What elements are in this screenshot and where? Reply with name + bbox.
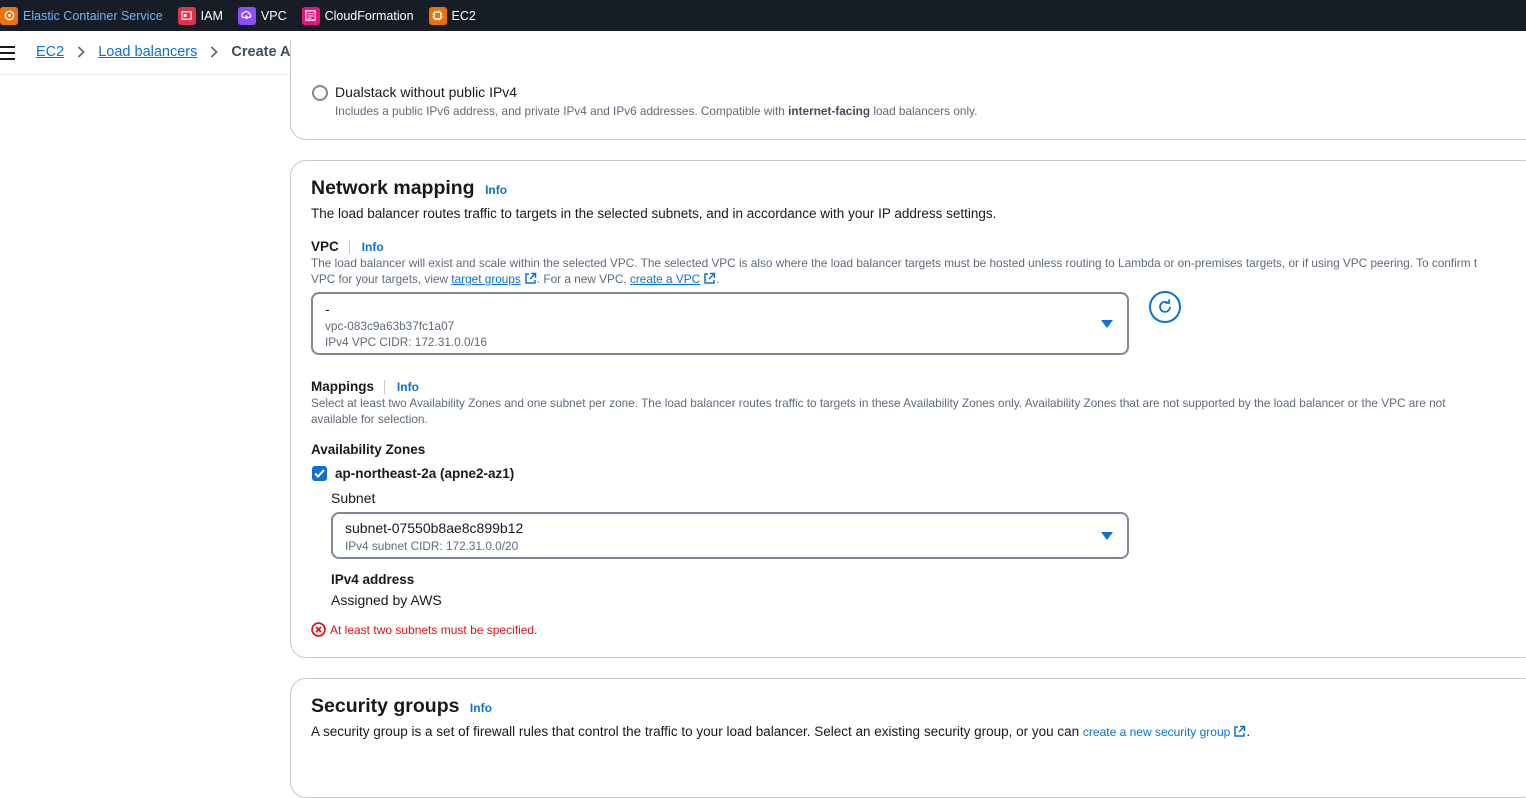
security-groups-title: Security groups	[311, 695, 460, 717]
ipv4-address-value: Assigned by AWS	[331, 592, 442, 608]
section-heading: Security groups Info	[311, 695, 492, 718]
create-vpc-link[interactable]: create a VPC	[630, 272, 700, 286]
favorite-ec2[interactable]: EC2	[428, 0, 476, 31]
service-favorites-bar: Elastic Container Service IAM VPC CloudF…	[0, 0, 1526, 31]
mappings-description-line2: available for selection.	[311, 412, 428, 426]
chevron-down-icon	[1101, 320, 1113, 328]
subnet-error-message: At least two subnets must be specified.	[311, 622, 537, 637]
az-checkbox[interactable]	[312, 466, 327, 481]
external-link-icon	[525, 272, 537, 284]
network-mapping-panel: Network mapping Info The load balancer r…	[290, 160, 1526, 658]
vpc-icon	[237, 6, 256, 25]
favorite-cloudformation[interactable]: CloudFormation	[301, 0, 414, 31]
availability-zones-label: Availability Zones	[311, 442, 426, 457]
network-mapping-description: The load balancer routes traffic to targ…	[311, 206, 997, 221]
breadcrumb-link-ec2[interactable]: EC2	[36, 44, 64, 60]
vpc-label-row: VPC Info	[311, 238, 384, 256]
refresh-vpc-button[interactable]	[1149, 291, 1181, 323]
vpc-description-line1: The load balancer will exist and scale w…	[311, 256, 1478, 270]
ipv4-address-label: IPv4 address	[331, 572, 415, 587]
vpc-description-line2: VPC for your targets, view target groups…	[311, 272, 720, 286]
favorite-ecs[interactable]: Elastic Container Service	[0, 0, 163, 31]
error-icon	[311, 622, 326, 637]
breadcrumb-link-load-balancers[interactable]: Load balancers	[98, 44, 197, 60]
security-groups-description: A security group is a set of firewall ru…	[311, 724, 1251, 739]
subnet-select[interactable]: subnet-07550b8ae8c899b12 IPv4 subnet CID…	[331, 512, 1129, 559]
favorite-vpc[interactable]: VPC	[237, 0, 287, 31]
radio-dualstack-without-public-ipv4[interactable]	[312, 85, 328, 101]
target-groups-link[interactable]: target groups	[451, 272, 521, 286]
vpc-info-link[interactable]: Info	[362, 240, 384, 254]
chevron-right-icon	[77, 46, 85, 58]
ip-address-type-panel: Dualstack without public IPv4 Includes a…	[290, 40, 1526, 140]
mappings-description-line1: Select at least two Availability Zones a…	[311, 396, 1446, 410]
menu-icon[interactable]	[0, 46, 16, 60]
vpc-label: VPC	[311, 239, 339, 254]
chevron-down-icon	[1101, 532, 1113, 540]
radio-description: Includes a public IPv6 address, and priv…	[335, 104, 978, 118]
mappings-label-row: Mappings Info	[311, 378, 419, 396]
mappings-info-link[interactable]: Info	[397, 380, 419, 394]
favorite-label: CloudFormation	[324, 8, 414, 23]
info-link[interactable]: Info	[470, 701, 492, 715]
az-item-label: ap-northeast-2a (apne2-az1)	[335, 466, 515, 481]
radio-label: Dualstack without public IPv4	[335, 84, 518, 100]
external-link-icon	[704, 272, 716, 284]
vpc-select-name: -	[325, 301, 330, 317]
ecs-icon	[0, 6, 18, 25]
favorite-label: EC2	[451, 8, 476, 23]
favorite-label: Elastic Container Service	[23, 8, 163, 23]
subnet-label: Subnet	[331, 490, 376, 506]
refresh-icon	[1159, 299, 1171, 313]
network-mapping-title: Network mapping	[311, 177, 475, 199]
subnet-select-id: subnet-07550b8ae8c899b12	[345, 520, 524, 536]
iam-icon	[177, 6, 196, 25]
vpc-select[interactable]: - vpc-083c9a63b37fc1a07 IPv4 VPC CIDR: 1…	[311, 292, 1129, 355]
chevron-right-icon	[210, 46, 219, 58]
external-link-icon	[1234, 725, 1246, 737]
favorite-iam[interactable]: IAM	[177, 0, 223, 31]
cloudformation-icon	[301, 6, 320, 25]
favorite-label: VPC	[260, 8, 287, 23]
ec2-icon	[428, 6, 447, 25]
subnet-select-cidr: IPv4 subnet CIDR: 172.31.0.0/20	[345, 539, 519, 553]
section-heading: Network mapping Info	[311, 177, 507, 200]
check-icon	[314, 469, 325, 478]
mappings-label: Mappings	[311, 379, 374, 394]
security-groups-panel: Security groups Info A security group is…	[290, 678, 1526, 798]
vpc-select-id: vpc-083c9a63b37fc1a07	[325, 319, 455, 333]
info-link[interactable]: Info	[485, 183, 507, 197]
vpc-select-cidr: IPv4 VPC CIDR: 172.31.0.0/16	[325, 335, 487, 349]
favorite-label: IAM	[200, 8, 223, 23]
create-security-group-link[interactable]: create a new security group	[1083, 725, 1230, 739]
